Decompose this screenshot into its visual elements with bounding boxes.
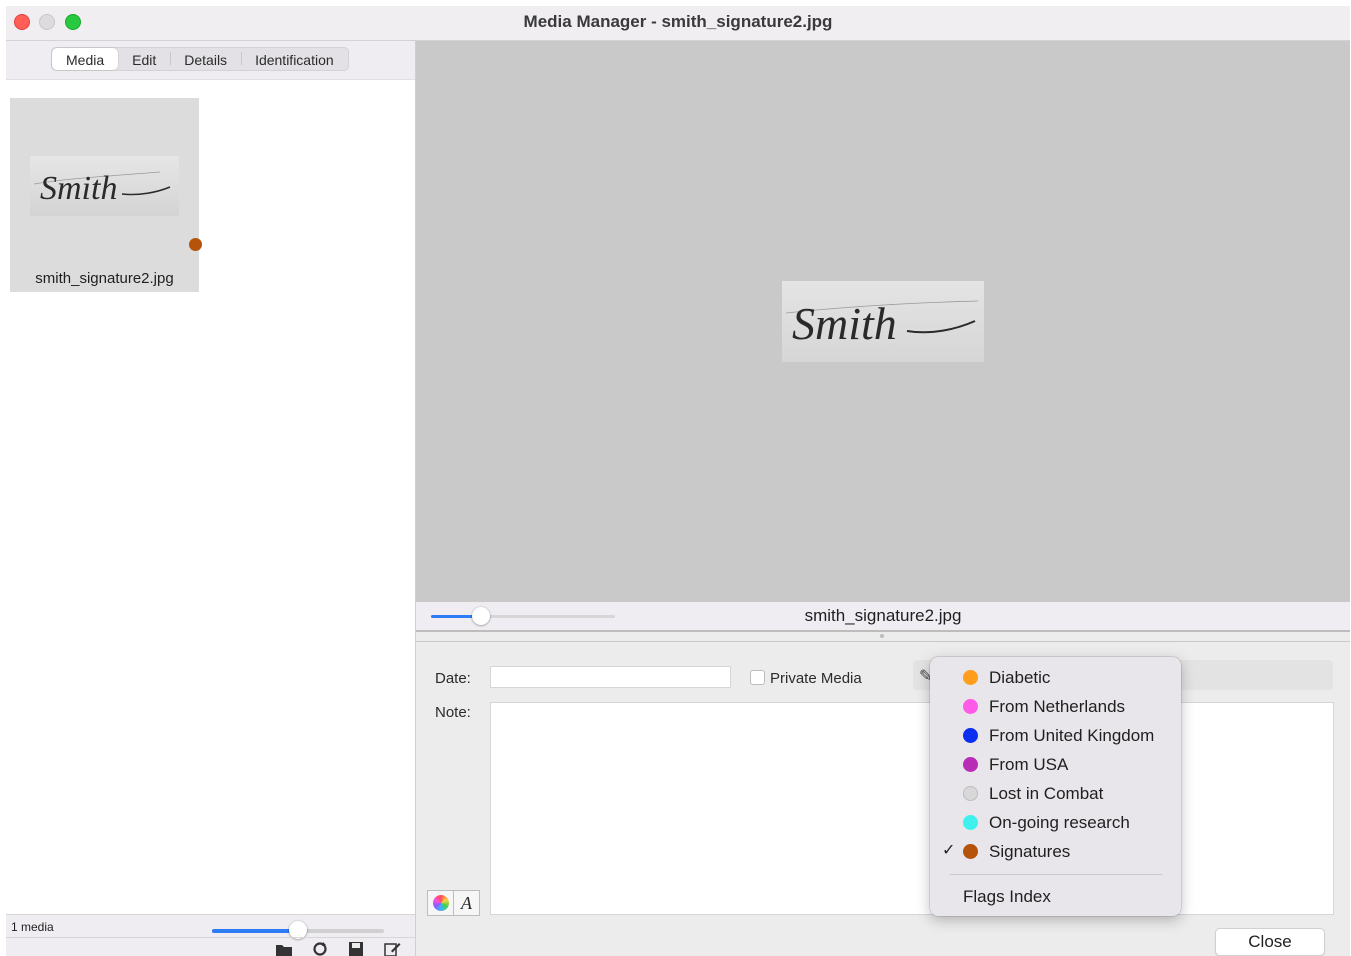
flags-dropdown-menu: Diabetic From Netherlands From United Ki… [930,657,1181,916]
media-list-panel: Media Edit Details Identification Smith … [6,41,416,956]
media-list-status-bar: 1 media [6,914,415,956]
flags-index-menu-item[interactable]: Flags Index [963,887,1051,907]
tab-media[interactable]: Media [52,48,119,70]
flag-menu-item-label: From United Kingdom [989,726,1155,745]
tab-segmented-control: Media Edit Details Identification [51,47,349,71]
flag-color-dot [963,815,978,830]
font-button[interactable]: A [453,890,480,916]
tab-bar: Media Edit Details Identification [6,41,415,80]
thumbnail-size-slider[interactable] [212,921,384,939]
flag-menu-item-signatures[interactable]: ✓ Signatures [930,838,1181,867]
flag-color-dot [963,728,978,743]
divider-handle[interactable] [880,634,884,638]
media-details-form: Date: Private Media ✎ Note: A Close [416,642,1350,956]
flag-menu-item-label: On-going research [989,813,1130,832]
flag-menu-item-label: Diabetic [989,668,1051,687]
flag-color-dot [963,844,978,859]
flag-menu-item-from-usa[interactable]: From USA [930,751,1181,780]
flag-menu-item-label: Lost in Combat [989,784,1104,803]
date-label: Date: [435,670,471,687]
folder-icon[interactable] [275,941,293,956]
note-textarea[interactable] [490,702,1334,915]
split-view-divider[interactable] [416,632,1350,642]
color-wheel-icon [433,895,449,911]
thumbnail-filename: smith_signature2.jpg [35,270,174,287]
signature-thumbnail-image: Smith [30,156,179,216]
signature-preview-image: Smith [782,281,984,362]
tab-identification[interactable]: Identification [241,48,348,70]
preview-status-bar: smith_signature2.jpg [416,602,1350,632]
flag-menu-item-lost-in-combat[interactable]: Lost in Combat [930,780,1181,809]
flag-menu-item-from-netherlands[interactable]: From Netherlands [930,693,1181,722]
flag-color-dot [963,699,978,714]
checkmark-icon: ✓ [942,842,956,859]
color-picker-button[interactable] [427,890,454,916]
media-toolbar [275,941,401,956]
media-count: 1 media [11,920,54,934]
title-bar: Media Manager - smith_signature2.jpg [6,6,1350,41]
private-media-checkbox[interactable] [750,670,765,685]
flag-menu-item-from-united-kingdom[interactable]: From United Kingdom [930,722,1181,751]
signature-script: Smith [40,170,117,207]
menu-separator [950,874,1162,875]
flag-menu-item-label: From USA [989,755,1069,774]
signature-script: Smith [792,298,897,349]
flag-color-dot [963,786,978,801]
divider [6,937,415,938]
slider-fill [212,929,298,933]
note-label: Note: [435,704,471,721]
edit-icon[interactable] [383,941,401,956]
flag-menu-item-diabetic[interactable]: Diabetic [930,664,1181,693]
window-title: Media Manager - smith_signature2.jpg [523,12,833,31]
date-field[interactable] [490,666,731,688]
flag-menu-item-label: Signatures [989,842,1071,861]
save-icon[interactable] [347,941,365,956]
tab-edit[interactable]: Edit [118,48,170,70]
tab-details[interactable]: Details [170,48,241,70]
refresh-icon[interactable] [311,941,329,956]
preview-filename: smith_signature2.jpg [804,606,962,625]
image-preview-area: Smith [416,41,1350,602]
close-button[interactable]: Close [1215,928,1325,956]
detail-panel: Smith smith_signature2.jpg Date: Private… [416,41,1350,956]
flag-menu-item-label: From Netherlands [989,697,1126,716]
flag-indicator-dot [189,238,202,251]
flag-menu-item-on-going-research[interactable]: On-going research [930,809,1181,838]
flag-color-dot [963,670,978,685]
private-media-label: Private Media [770,670,862,687]
media-thumbnail[interactable]: Smith smith_signature2.jpg [10,98,202,292]
flag-color-dot [963,757,978,772]
